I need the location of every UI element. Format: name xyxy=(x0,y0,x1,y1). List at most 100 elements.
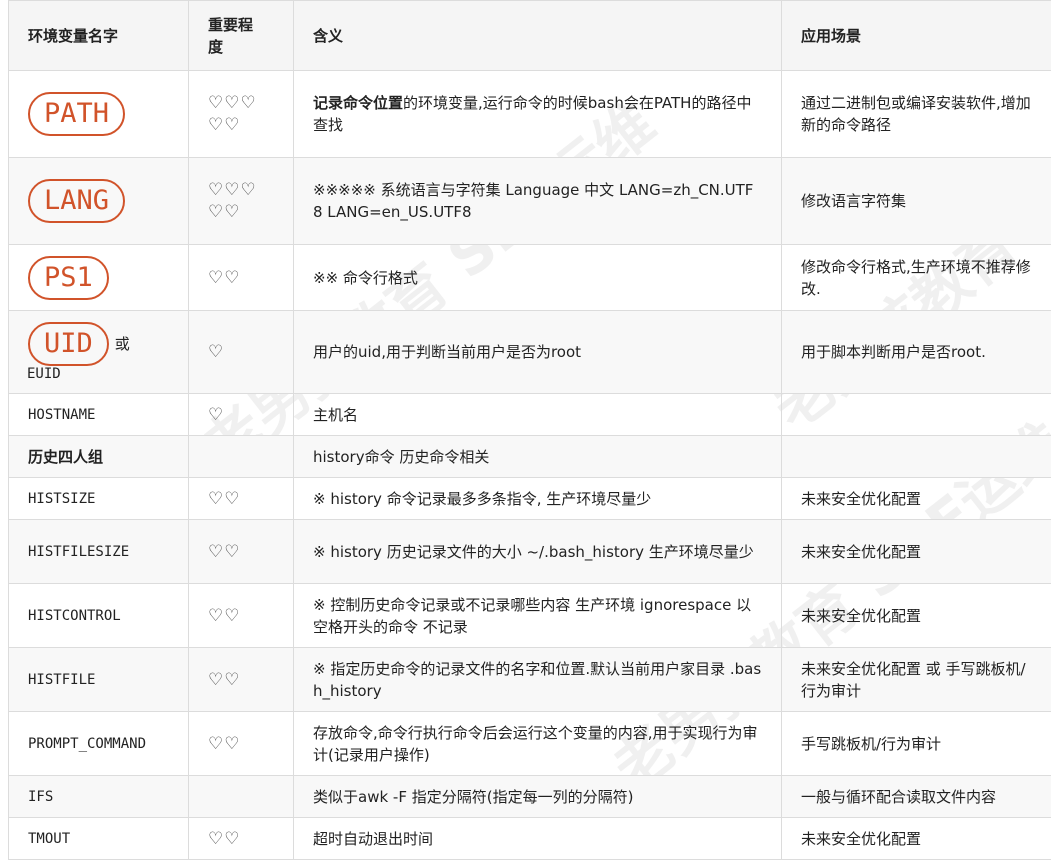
var-name-extra: 或 xyxy=(114,335,130,353)
var-name-cell: HISTSIZE xyxy=(8,477,189,520)
scene-cell: 未来安全优化配置 xyxy=(781,583,1051,648)
var-name-cell: HISTFILE xyxy=(8,647,189,712)
var-name: UID xyxy=(28,322,109,366)
table-header-row: 环境变量名字 重要程度 含义 应用场景 xyxy=(8,0,1051,71)
table-row: TMOUT ♡♡ 超时自动退出时间 未来安全优化配置 xyxy=(8,817,1051,860)
var-name: HISTSIZE xyxy=(28,491,96,507)
meaning-cell: ※ history 历史记录文件的大小 ~/.bash_history 生产环境… xyxy=(293,519,782,584)
importance-cell: ♡ xyxy=(188,310,294,394)
table-row: PS1 ♡♡ ※※ 命令行格式 修改命令行格式,生产环境不推荐修改. xyxy=(8,244,1051,311)
header-meaning: 含义 xyxy=(293,0,782,71)
scene-cell: 未来安全优化配置 xyxy=(781,477,1051,520)
meaning-cell: ※ history 命令记录最多多条指令, 生产环境尽量少 xyxy=(293,477,782,520)
var-name-alt: EUID xyxy=(27,366,61,382)
meaning-cell: 主机名 xyxy=(293,393,782,436)
var-name-cell: TMOUT xyxy=(8,817,189,860)
table-row: LANG ♡♡♡♡♡ ※※※※※ 系统语言与字符集 Language 中文 LANG… xyxy=(8,157,1051,245)
meaning-text: 超时自动退出时间 xyxy=(313,829,434,848)
heart-icon: ♡♡ xyxy=(208,733,241,754)
header-importance: 重要程度 xyxy=(188,0,294,71)
meaning-cell: ※※※※※ 系统语言与字符集 Language 中文 LANG=zh_CN.UT… xyxy=(293,157,782,245)
meaning-text: 主机名 xyxy=(313,405,359,424)
importance-cell: ♡♡ xyxy=(188,519,294,584)
table-row: HISTCONTROL ♡♡ ※ 控制历史命令记录或不记录哪些内容 生产环境 ign… xyxy=(8,583,1051,648)
importance-cell: ♡♡ xyxy=(188,583,294,648)
scene-cell: 修改语言字符集 xyxy=(781,157,1051,245)
importance-cell: ♡♡ xyxy=(188,244,294,311)
var-name: PROMPT_COMMAND xyxy=(28,736,147,752)
heart-icon: ♡♡ xyxy=(208,828,241,849)
meaning-text: ※※ 命令行格式 xyxy=(313,268,418,287)
var-name: 历史四人组 xyxy=(28,447,104,466)
meaning-text: 类似于awk -F 指定分隔符(指定每一列的分隔符) xyxy=(313,787,634,806)
meaning-cell: 存放命令,命令行执行命令后会运行这个变量的内容,用于实现行为审计(记录用户操作) xyxy=(293,711,782,776)
meaning-cell: 用户的uid,用于判断当前用户是否为root xyxy=(293,310,782,394)
importance-cell: ♡♡ xyxy=(188,647,294,712)
scene-cell xyxy=(781,435,1051,478)
scene-cell: 用于脚本判断用户是否root. xyxy=(781,310,1051,394)
table-row: UID 或 EUID ♡ 用户的uid,用于判断当前用户是否为root 用于脚本判断用户是… xyxy=(8,310,1051,394)
var-name: HISTFILESIZE xyxy=(28,544,130,560)
heart-icon: ♡ xyxy=(208,404,225,425)
meaning-cell: ※ 控制历史命令记录或不记录哪些内容 生产环境 ignorespace 以空格开… xyxy=(293,583,782,648)
table-row: 历史四人组 history命令 历史命令相关 xyxy=(8,435,1051,478)
meaning-cell: 超时自动退出时间 xyxy=(293,817,782,860)
var-name-cell: HISTFILESIZE xyxy=(8,519,189,584)
heart-icon: ♡♡ xyxy=(208,267,241,288)
var-name-cell: UID 或 EUID xyxy=(8,310,189,394)
table-row: HISTSIZE ♡♡ ※ history 命令记录最多多条指令, 生产环境尽量少 未… xyxy=(8,477,1051,520)
var-name-cell: 历史四人组 xyxy=(8,435,189,478)
header-name: 环境变量名字 xyxy=(8,0,189,71)
var-name-cell: PS1 xyxy=(8,244,189,311)
heart-icon: ♡♡ xyxy=(208,605,241,626)
importance-cell: ♡ xyxy=(188,393,294,436)
scene-cell: 未来安全优化配置 xyxy=(781,519,1051,584)
importance-cell: ♡♡♡♡♡ xyxy=(188,157,294,245)
var-name-cell: HISTCONTROL xyxy=(8,583,189,648)
header-scene: 应用场景 xyxy=(781,0,1051,71)
meaning-text: ※ history 命令记录最多多条指令, 生产环境尽量少 xyxy=(313,489,652,508)
importance-cell xyxy=(188,775,294,818)
heart-icon: ♡♡♡♡♡ xyxy=(208,180,257,222)
var-name: HOSTNAME xyxy=(28,407,96,423)
env-var-table: 环境变量名字 重要程度 含义 应用场景 PATH ♡♡♡♡♡ 记录命令位置的环境变量… xyxy=(8,0,1051,860)
importance-cell: ♡♡ xyxy=(188,817,294,860)
meaning-cell: ※ 指定历史命令的记录文件的名字和位置.默认当前用户家目录 .bash_hist… xyxy=(293,647,782,712)
meaning-cell: 类似于awk -F 指定分隔符(指定每一列的分隔符) xyxy=(293,775,782,818)
meaning-text: history命令 历史命令相关 xyxy=(313,447,490,466)
meaning-text: ※ 指定历史命令的记录文件的名字和位置.默认当前用户家目录 .bash_hist… xyxy=(313,659,762,700)
var-name: HISTFILE xyxy=(28,672,96,688)
meaning-text: ※ history 历史记录文件的大小 ~/.bash_history 生产环境… xyxy=(313,542,754,561)
meaning-cell: ※※ 命令行格式 xyxy=(293,244,782,311)
table-row: IFS 类似于awk -F 指定分隔符(指定每一列的分隔符) 一般与循环配合读取文件… xyxy=(8,775,1051,818)
scene-cell xyxy=(781,393,1051,436)
var-name: PS1 xyxy=(28,255,109,300)
var-name-cell: PROMPT_COMMAND xyxy=(8,711,189,776)
meaning-text: ※※※※※ 系统语言与字符集 Language 中文 LANG=zh_CN.UT… xyxy=(313,181,754,221)
heart-icon: ♡ xyxy=(208,342,225,362)
var-name-cell: IFS xyxy=(8,775,189,818)
meaning-text: ※ 控制历史命令记录或不记录哪些内容 生产环境 ignorespace 以空格开… xyxy=(313,595,752,636)
scene-cell: 未来安全优化配置 或 手写跳板机/行为审计 xyxy=(781,647,1051,712)
scene-cell: 一般与循环配合读取文件内容 xyxy=(781,775,1051,818)
var-name-cell: HOSTNAME xyxy=(8,393,189,436)
scene-cell: 修改命令行格式,生产环境不推荐修改. xyxy=(781,244,1051,311)
var-name: PATH xyxy=(28,92,126,136)
scene-cell: 未来安全优化配置 xyxy=(781,817,1051,860)
meaning-cell: history命令 历史命令相关 xyxy=(293,435,782,478)
importance-cell xyxy=(188,435,294,478)
table-row: HOSTNAME ♡ 主机名 xyxy=(8,393,1051,436)
var-name-cell: PATH xyxy=(8,70,189,158)
var-name: IFS xyxy=(28,789,54,805)
table-body: PATH ♡♡♡♡♡ 记录命令位置的环境变量,运行命令的时候bash会在PATH的路… xyxy=(8,70,1051,860)
var-name: HISTCONTROL xyxy=(28,608,121,624)
heart-icon: ♡♡ xyxy=(208,488,241,509)
meaning-text: 用户的uid,用于判断当前用户是否为root xyxy=(313,343,582,361)
meaning-bold: 记录命令位置 xyxy=(313,94,404,112)
scene-cell: 手写跳板机/行为审计 xyxy=(781,711,1051,776)
table-row: PATH ♡♡♡♡♡ 记录命令位置的环境变量,运行命令的时候bash会在PATH的路… xyxy=(8,70,1051,158)
heart-icon: ♡♡ xyxy=(208,541,241,562)
importance-cell: ♡♡♡♡♡ xyxy=(188,70,294,158)
var-name: LANG xyxy=(28,179,126,223)
var-name: TMOUT xyxy=(28,831,71,847)
